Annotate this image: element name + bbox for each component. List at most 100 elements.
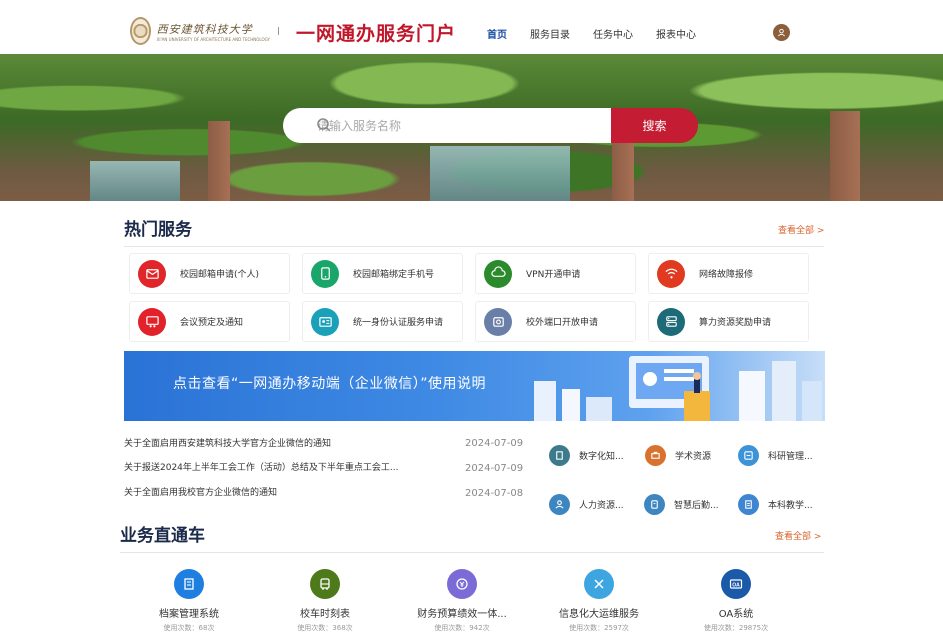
- category-academic-resources[interactable]: 学术资源: [645, 445, 711, 466]
- printer-icon: [645, 445, 666, 466]
- category-label: 智慧后勤...: [674, 501, 719, 511]
- service-label: 算力资源奖励申请: [699, 318, 772, 328]
- book-icon: [549, 445, 570, 466]
- category-label: 科研管理...: [768, 452, 813, 462]
- teaching-icon: [738, 494, 759, 515]
- finance-icon: [447, 569, 477, 599]
- user-avatar[interactable]: [773, 24, 790, 41]
- category-digital-knowledge[interactable]: 数字化知...: [549, 445, 624, 466]
- archive-icon: [174, 569, 204, 599]
- service-card-vpn[interactable]: VPN开通申请: [475, 253, 636, 294]
- news-date: 2024-07-09: [465, 438, 524, 449]
- service-card-port-open[interactable]: 校外端口开放申请: [475, 301, 636, 342]
- university-logo[interactable]: 西安建筑科技大学 XI'AN UNIVERSITY OF ARCHITECTUR…: [130, 17, 270, 45]
- direct-service-bus-schedule[interactable]: 校车时刻表 使用次数：368次: [265, 569, 385, 633]
- id-card-icon: [311, 307, 339, 336]
- person-icon: [549, 494, 570, 515]
- service-label: 网络故障报修: [699, 270, 754, 280]
- direct-service-name: 信息化大运维服务: [559, 609, 639, 620]
- service-card-meeting[interactable]: 会议预定及通知: [129, 301, 290, 342]
- research-icon: [738, 445, 759, 466]
- direct-service-archive[interactable]: 档案管理系统 使用次数：68次: [129, 569, 249, 633]
- logo-chinese-name: 西安建筑科技大学: [156, 22, 253, 36]
- news-item-link[interactable]: 关于全面启用我校官方企业微信的通知: [124, 485, 277, 498]
- category-human-resources[interactable]: 人力资源...: [549, 494, 624, 515]
- section-divider: [124, 246, 824, 247]
- search-box: [283, 108, 611, 143]
- city-illustration: [534, 356, 822, 421]
- svg-text:OA: OA: [732, 582, 740, 588]
- vpn-icon: [484, 259, 512, 288]
- logistics-icon: [644, 494, 665, 515]
- server-icon: [657, 307, 685, 336]
- direct-service-oa[interactable]: OA OA系统 使用次数：29875次: [676, 569, 796, 633]
- news-item-link[interactable]: 关于报送2024年上半年工会工作（活动）总结及下半年重点工会工...: [124, 460, 399, 473]
- direct-services-view-all-link[interactable]: 查看全部 >: [775, 529, 821, 542]
- service-label: 统一身份认证服务申请: [353, 318, 444, 328]
- direct-service-name: 校车时刻表: [300, 609, 350, 620]
- direct-service-name: 档案管理系统: [159, 609, 219, 620]
- service-card-identity-auth[interactable]: 统一身份认证服务申请: [302, 301, 463, 342]
- direct-service-finance-budget[interactable]: 财务预算绩效一体... 使用次数：942次: [402, 569, 522, 633]
- oa-icon: OA: [721, 569, 751, 599]
- category-undergraduate-teaching[interactable]: 本科教学...: [738, 494, 813, 515]
- search-icon: [317, 118, 331, 132]
- phone-icon: [311, 259, 339, 288]
- port-icon: [484, 307, 512, 336]
- bus-icon: [310, 569, 340, 599]
- direct-service-name: 财务预算绩效一体...: [417, 609, 507, 620]
- direct-service-it-operations[interactable]: 信息化大运维服务 使用次数：2597次: [539, 569, 659, 633]
- building-pillar: [208, 121, 230, 201]
- news-date: 2024-07-09: [465, 463, 524, 474]
- direct-service-usage: 使用次数：29875次: [703, 624, 769, 632]
- category-label: 本科教学...: [768, 501, 813, 511]
- service-card-mail-apply[interactable]: 校园邮箱申请(个人): [129, 253, 290, 294]
- service-label: 校外端口开放申请: [526, 318, 599, 328]
- mobile-guide-text: 点击查看“一网通办移动端（企业微信）”使用说明: [173, 376, 487, 392]
- section-divider: [120, 552, 824, 553]
- hot-services-view-all-link[interactable]: 查看全部 >: [778, 223, 824, 236]
- nav-report-center[interactable]: 报表中心: [656, 26, 696, 41]
- search-input[interactable]: [317, 118, 577, 133]
- university-seal-icon: [130, 17, 151, 45]
- category-label: 人力资源...: [579, 501, 624, 511]
- direct-services-title: 业务直通车: [120, 526, 205, 546]
- direct-service-name: OA系统: [718, 609, 754, 620]
- direct-service-usage: 使用次数：368次: [297, 624, 353, 632]
- nav-task-center[interactable]: 任务中心: [593, 26, 633, 41]
- nav-service-catalog[interactable]: 服务目录: [530, 26, 570, 41]
- header-divider: [278, 27, 279, 35]
- logo-english-name: XI'AN UNIVERSITY OF ARCHITECTURE AND TEC…: [156, 36, 270, 42]
- building-pillar: [830, 111, 860, 201]
- mobile-guide-banner[interactable]: 点击查看“一网通办移动端（企业微信）”使用说明: [124, 351, 825, 421]
- wifi-icon: [657, 259, 685, 288]
- meeting-icon: [138, 307, 166, 336]
- service-label: 校园邮箱绑定手机号: [353, 270, 435, 280]
- service-card-mail-bind-phone[interactable]: 校园邮箱绑定手机号: [302, 253, 463, 294]
- service-label: VPN开通申请: [526, 270, 581, 280]
- direct-service-usage: 使用次数：942次: [434, 624, 490, 632]
- user-icon: [778, 28, 785, 37]
- category-research-management[interactable]: 科研管理...: [738, 445, 813, 466]
- building-glass: [90, 161, 180, 201]
- category-smart-logistics[interactable]: 智慧后勤...: [644, 494, 719, 515]
- mail-icon: [138, 259, 166, 288]
- main-nav: 首页 服务目录 任务中心 报表中心: [487, 26, 719, 41]
- service-card-network-repair[interactable]: 网络故障报修: [648, 253, 809, 294]
- portal-title: 一网通办服务门户: [296, 23, 457, 45]
- news-date: 2024-07-08: [465, 488, 524, 499]
- category-label: 学术资源: [675, 452, 712, 462]
- direct-service-usage: 使用次数：2597次: [569, 624, 629, 632]
- service-label: 会议预定及通知: [180, 318, 244, 328]
- search-button[interactable]: 搜索: [611, 108, 698, 143]
- hot-services-title: 热门服务: [124, 220, 192, 240]
- news-item-link[interactable]: 关于全面启用西安建筑科技大学官方企业微信的通知: [124, 436, 331, 449]
- category-label: 数字化知...: [579, 452, 624, 462]
- service-card-compute-reward[interactable]: 算力资源奖励申请: [648, 301, 809, 342]
- direct-service-usage: 使用次数：68次: [163, 624, 215, 632]
- top-header: 西安建筑科技大学 XI'AN UNIVERSITY OF ARCHITECTUR…: [0, 0, 943, 54]
- building-glass: [430, 146, 570, 201]
- tools-icon: [584, 569, 614, 599]
- service-label: 校园邮箱申请(个人): [180, 270, 260, 280]
- nav-home[interactable]: 首页: [487, 26, 507, 41]
